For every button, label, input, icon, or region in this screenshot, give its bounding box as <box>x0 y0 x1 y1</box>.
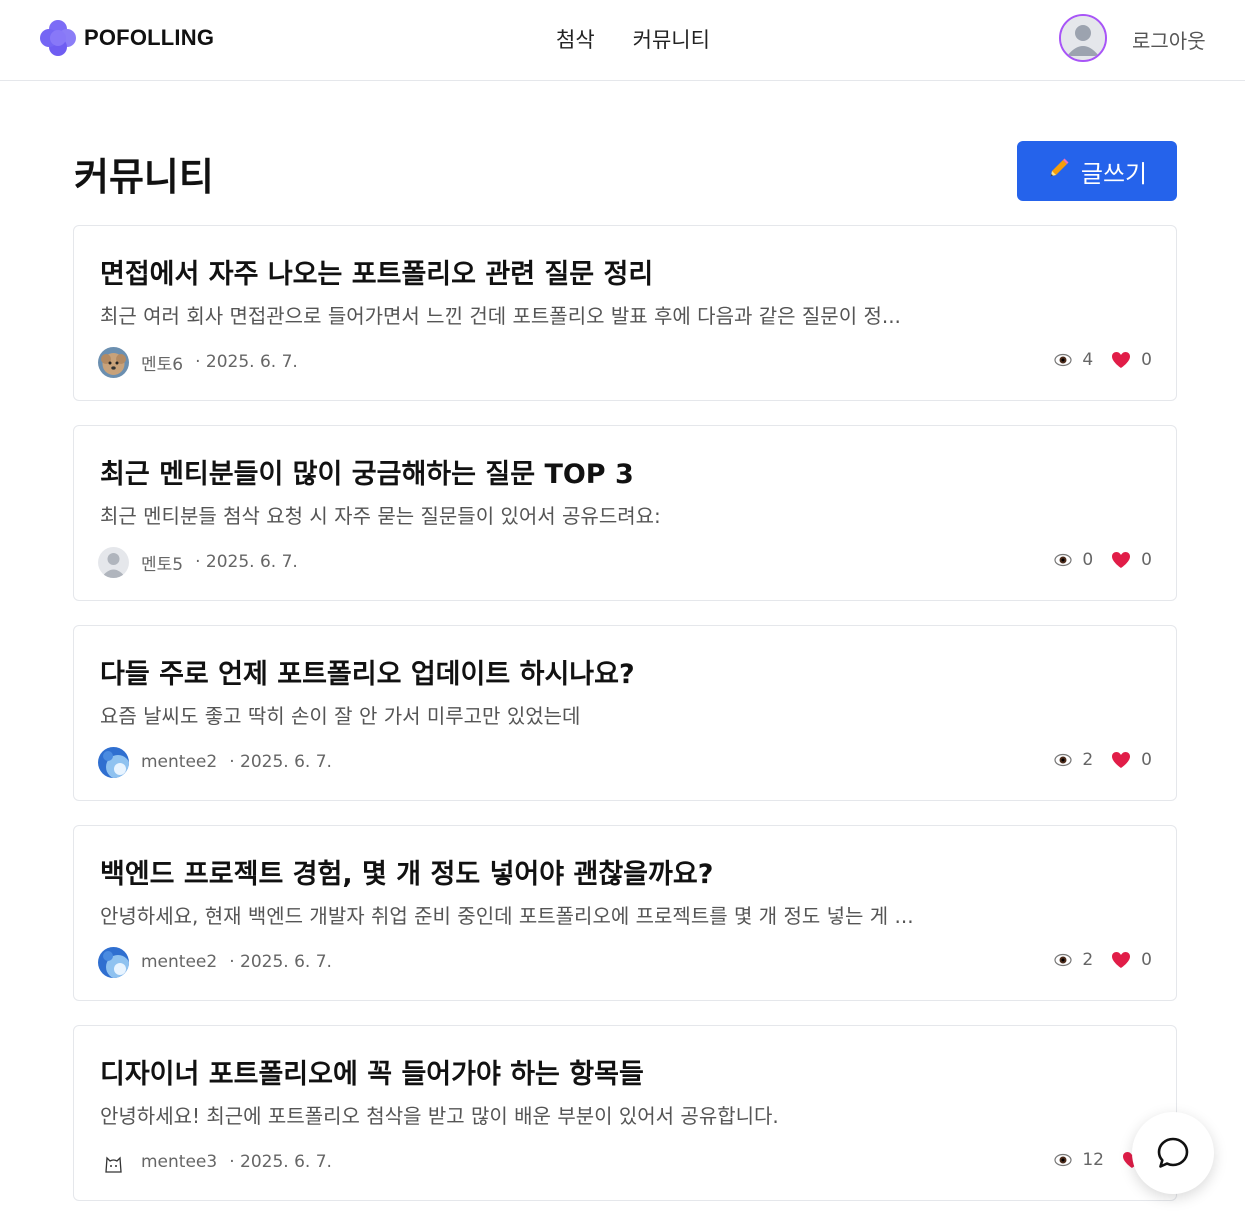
like-count-value: 0 <box>1141 750 1152 770</box>
page-title: 커뮤니티 <box>74 155 214 199</box>
author-avatar <box>98 946 129 978</box>
pencil-icon <box>1047 156 1071 187</box>
view-count: 0 <box>1054 550 1093 570</box>
logo-text: POFOLLING <box>84 25 215 50</box>
post-title[interactable]: 다들 주로 언제 포트폴리오 업데이트 하시나요? <box>100 652 635 691</box>
eye-icon <box>1054 553 1072 567</box>
view-count-value: 4 <box>1082 350 1094 370</box>
view-count-value: 2 <box>1082 950 1094 970</box>
write-post-label: 글쓰기 <box>1080 160 1148 188</box>
post-title[interactable]: 디자이너 포트폴리오에 꼭 들어가야 하는 항목들 <box>100 1052 644 1091</box>
nav-item-community[interactable]: 커뮤니티 <box>633 24 710 54</box>
post-author[interactable]: mentee3 <box>141 1152 217 1172</box>
post-author[interactable]: 멘토5 <box>141 550 183 575</box>
top-navigation-bar: POFOLLING 첨삭 커뮤니티 로그아웃 <box>0 0 1245 81</box>
post-card[interactable]: 최근 멘티분들이 많이 궁금해하는 질문 TOP 3 최근 멘티분들 첨삭 요청… <box>73 425 1177 601</box>
sky-avatar-icon <box>98 746 129 778</box>
post-meta: 멘토5 · 2025. 6. 7. <box>98 546 298 578</box>
eye-icon <box>1054 1153 1072 1167</box>
logo-flower-icon <box>38 18 78 58</box>
view-count-value: 12 <box>1082 1150 1104 1170</box>
post-title[interactable]: 백엔드 프로젝트 경험, 몇 개 정도 넣어야 괜찮을까요? <box>100 852 713 891</box>
post-excerpt: 최근 여러 회사 면접관으로 들어가면서 느낀 건데 포트폴리오 발표 후에 다… <box>100 304 901 328</box>
logo[interactable]: POFOLLING <box>38 18 214 58</box>
post-stats: 0 0 <box>1054 550 1152 570</box>
author-avatar <box>98 546 129 578</box>
post-stats: 4 0 <box>1054 350 1152 370</box>
like-count[interactable]: 0 <box>1111 950 1152 970</box>
like-count[interactable]: 0 <box>1111 750 1152 770</box>
post-date: · 2025. 6. 7. <box>195 352 298 372</box>
view-count-value: 0 <box>1082 550 1094 570</box>
nav-item-review[interactable]: 첨삭 <box>556 24 595 54</box>
heart-icon <box>1112 352 1131 368</box>
post-stats: 2 0 <box>1054 950 1152 970</box>
post-card[interactable]: 디자이너 포트폴리오에 꼭 들어가야 하는 항목들 안녕하세요! 최근에 포트폴… <box>73 1025 1177 1201</box>
post-date: · 2025. 6. 7. <box>229 952 332 972</box>
default-user-icon <box>98 546 129 578</box>
view-count: 2 <box>1054 750 1093 770</box>
post-excerpt: 요즘 날씨도 좋고 딱히 손이 잘 안 가서 미루고만 있었는데 <box>100 704 581 728</box>
post-card[interactable]: 면접에서 자주 나오는 포트폴리오 관련 질문 정리 최근 여러 회사 면접관으… <box>73 225 1177 401</box>
post-meta: 멘토6 · 2025. 6. 7. <box>98 346 298 378</box>
like-count-value: 0 <box>1141 350 1152 370</box>
eye-icon <box>1054 953 1072 967</box>
view-count: 4 <box>1054 350 1093 370</box>
post-author[interactable]: mentee2 <box>141 752 217 772</box>
post-meta: mentee2 · 2025. 6. 7. <box>98 946 332 978</box>
default-user-icon <box>1061 16 1105 60</box>
view-count: 12 <box>1054 1150 1104 1170</box>
post-title[interactable]: 최근 멘티분들이 많이 궁금해하는 질문 TOP 3 <box>100 452 634 491</box>
like-count-value: 0 <box>1141 950 1152 970</box>
logout-button[interactable]: 로그아웃 <box>1132 25 1206 54</box>
post-author[interactable]: 멘토6 <box>141 350 183 375</box>
post-meta: mentee3 · 2025. 6. 7. <box>98 1146 332 1178</box>
post-author[interactable]: mentee2 <box>141 952 217 972</box>
post-meta: mentee2 · 2025. 6. 7. <box>98 746 332 778</box>
cat-sketch-avatar-icon <box>98 1146 129 1178</box>
write-post-button[interactable]: 글쓰기 <box>1017 141 1177 201</box>
dog-avatar-icon <box>98 346 129 378</box>
post-title[interactable]: 면접에서 자주 나오는 포트폴리오 관련 질문 정리 <box>100 252 653 291</box>
post-stats: 2 0 <box>1054 750 1152 770</box>
post-excerpt: 최근 멘티분들 첨삭 요청 시 자주 묻는 질문들이 있어서 공유드려요: <box>100 504 661 528</box>
post-date: · 2025. 6. 7. <box>195 552 298 572</box>
sky-avatar-icon <box>98 946 129 978</box>
post-excerpt: 안녕하세요! 최근에 포트폴리오 첨삭을 받고 많이 배운 부분이 있어서 공유… <box>100 1104 779 1128</box>
chat-bubble-icon <box>1157 1137 1189 1168</box>
main-nav: 첨삭 커뮤니티 <box>556 24 710 54</box>
like-count[interactable]: 0 <box>1111 350 1152 370</box>
eye-icon <box>1054 353 1072 367</box>
post-date: · 2025. 6. 7. <box>229 1152 332 1172</box>
author-avatar <box>98 746 129 778</box>
post-date: · 2025. 6. 7. <box>229 752 332 772</box>
heart-icon <box>1112 552 1131 568</box>
post-card[interactable]: 다들 주로 언제 포트폴리오 업데이트 하시나요? 요즘 날씨도 좋고 딱히 손… <box>73 625 1177 801</box>
chat-button[interactable] <box>1132 1112 1214 1194</box>
heart-icon <box>1112 752 1131 768</box>
post-card[interactable]: 백엔드 프로젝트 경험, 몇 개 정도 넣어야 괜찮을까요? 안녕하세요, 현재… <box>73 825 1177 1001</box>
like-count-value: 0 <box>1141 550 1152 570</box>
view-count-value: 2 <box>1082 750 1094 770</box>
post-excerpt: 안녕하세요, 현재 백엔드 개발자 취업 준비 중인데 포트폴리오에 프로젝트를… <box>100 904 914 928</box>
like-count[interactable]: 0 <box>1111 550 1152 570</box>
view-count: 2 <box>1054 950 1093 970</box>
user-avatar[interactable] <box>1059 14 1107 62</box>
eye-icon <box>1054 753 1072 767</box>
author-avatar <box>98 346 129 378</box>
author-avatar <box>98 1146 129 1178</box>
heart-icon <box>1112 952 1131 968</box>
